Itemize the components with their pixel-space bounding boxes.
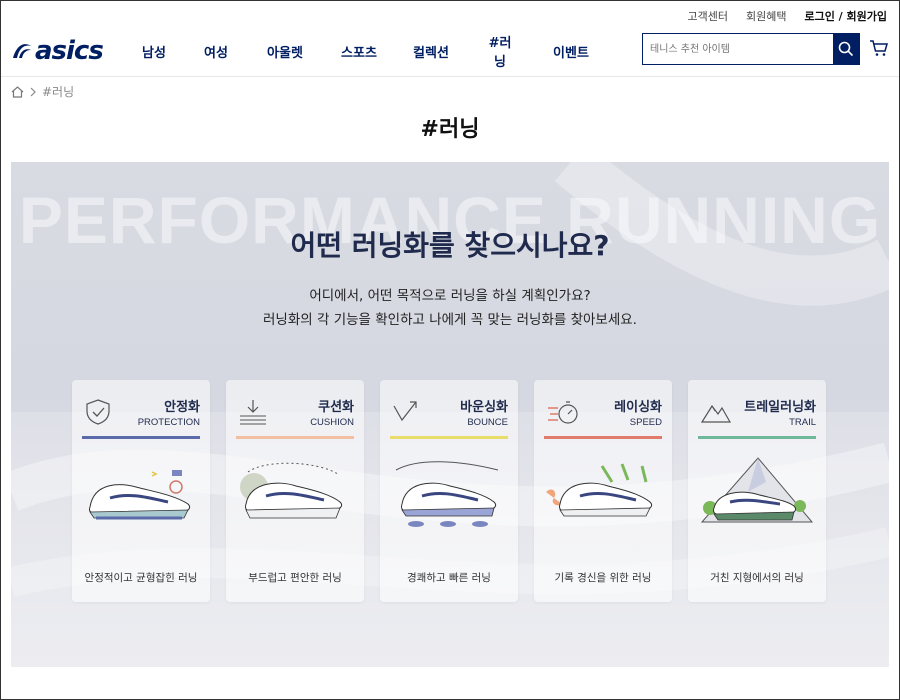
card-description: 안정적이고 균형잡힌 러닝 — [84, 572, 198, 584]
card-description: 거친 지형에서의 러닝 — [710, 572, 804, 584]
nav-item-men[interactable]: 남성 — [141, 42, 167, 61]
card-description: 기록 경신을 위한 러닝 — [554, 572, 652, 584]
cart-icon — [870, 40, 888, 56]
shield-check-icon — [86, 399, 110, 425]
trail-shoe-illustration — [700, 457, 814, 523]
breadcrumb-current[interactable]: #러닝 — [42, 83, 74, 100]
card-cushion[interactable]: 쿠션화 CUSHION 부드럽고 편안한 러닝 — [226, 380, 364, 602]
card-description: 부드럽고 편안한 러닝 — [248, 572, 342, 584]
search-box — [642, 33, 860, 65]
nav-item-event[interactable]: 이벤트 — [551, 42, 591, 61]
nav-item-women[interactable]: 여성 — [203, 42, 229, 61]
card-english-name: BOUNCE — [467, 417, 508, 428]
card-accent-line — [82, 436, 200, 439]
card-name: 쿠션화 — [318, 400, 354, 415]
hero-subtitle: 어디에서, 어떤 목적으로 러닝을 하실 계획인가요? 러닝화의 각 기능을 확… — [11, 284, 889, 332]
brand-name: asics — [35, 36, 104, 66]
asics-logo[interactable]: asics — [11, 34, 104, 68]
nav-item-outlet[interactable]: 아울렛 — [265, 42, 305, 61]
card-protection[interactable]: 안정화 PROTECTION 안정적이고 균형잡힌 러닝 — [72, 380, 210, 602]
card-accent-line — [390, 436, 508, 439]
hero-subtitle-line2: 러닝화의 각 기능을 확인하고 나에게 꼭 맞는 러닝화를 찾아보세요. — [263, 312, 637, 328]
utility-bar: 고객센터 회원혜택 로그인 / 회원가입 — [1, 1, 899, 31]
card-trail[interactable]: 트레일러닝화 TRAIL 거친 지형에서의 러닝 — [688, 380, 826, 602]
mountain-icon — [700, 404, 732, 423]
card-name: 트레일러닝화 — [744, 400, 816, 415]
card-description: 경쾌하고 빠른 러닝 — [407, 572, 491, 584]
login-join-link[interactable]: 로그인 / 회원가입 — [804, 8, 887, 24]
main-nav: 남성 여성 아울렛 스포츠 컬렉션 #러닝 이벤트 — [141, 31, 591, 71]
card-english-name: PROTECTION — [137, 417, 200, 428]
hero-heading: 어떤 러닝화를 찾으시나요? — [290, 229, 610, 262]
card-english-name: CUSHION — [310, 417, 354, 428]
card-english-name: TRAIL — [789, 417, 816, 428]
nav-item-sports[interactable]: 스포츠 — [339, 42, 379, 61]
card-bounce[interactable]: 바운싱화 BOUNCE 경쾌하고 빠른 러닝 — [380, 380, 518, 602]
search-button[interactable] — [833, 34, 859, 64]
shoe-type-cards: 안정화 PROTECTION 안정적이고 균형잡힌 러닝 쿠션화 CUSHION — [72, 380, 826, 602]
nav-item-running[interactable]: #러닝 — [483, 32, 517, 70]
chevron-right-icon — [30, 87, 36, 96]
search-icon — [838, 41, 854, 57]
breadcrumb: #러닝 — [11, 83, 74, 100]
stopwatch-icon — [548, 401, 578, 424]
header-divider — [1, 76, 899, 77]
cart-button[interactable] — [869, 39, 889, 61]
nav-item-collection[interactable]: 컬렉션 — [411, 42, 451, 61]
card-name: 바운싱화 — [460, 400, 508, 415]
cushion-shoe-illustration — [240, 462, 343, 519]
customer-center-link[interactable]: 고객센터 — [688, 8, 728, 24]
card-name: 안정화 — [164, 400, 200, 415]
bounce-shoe-illustration — [395, 461, 499, 527]
main-header: asics 남성 여성 아울렛 스포츠 컬렉션 #러닝 이벤트 — [1, 31, 899, 71]
membership-link[interactable]: 회원혜택 — [746, 8, 786, 24]
cushion-arrow-icon — [240, 400, 266, 425]
card-speed[interactable]: 레이싱화 SPEED 기록 경신을 위한 러닝 — [534, 380, 672, 602]
card-name: 레이싱화 — [614, 400, 662, 415]
speed-shoe-illustration — [546, 463, 653, 517]
card-accent-line — [698, 436, 816, 439]
page-title: #러닝 — [420, 117, 480, 142]
hero-subtitle-line1: 어디에서, 어떤 목적으로 러닝을 하실 계획인가요? — [309, 288, 591, 304]
card-accent-line — [544, 436, 662, 439]
home-icon[interactable] — [11, 85, 24, 98]
bounce-arrow-icon — [393, 401, 417, 422]
hero-banner: PERFORMANCE RUNNING 어떤 러닝화를 찾으시나요? 어디에서,… — [11, 162, 889, 667]
card-english-name: SPEED — [629, 417, 662, 428]
asics-logo-mark-icon — [13, 44, 31, 58]
protection-shoe-illustration — [89, 470, 191, 520]
card-accent-line — [236, 436, 354, 439]
search-input[interactable] — [643, 34, 833, 64]
